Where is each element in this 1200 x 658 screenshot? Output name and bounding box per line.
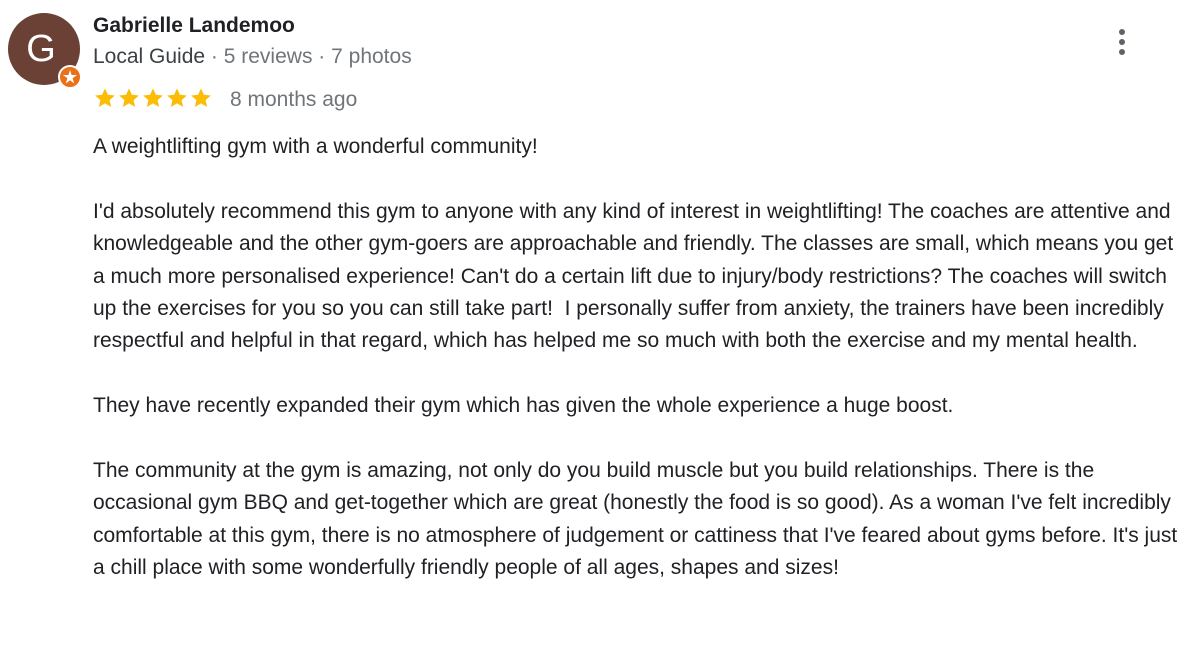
photos-count: 7 photos <box>331 45 412 68</box>
star-icon <box>95 88 115 107</box>
meta-separator: · <box>312 45 332 68</box>
star-icon <box>119 88 139 107</box>
reviews-count: 5 reviews <box>223 45 313 68</box>
local-guide-badge-icon <box>58 65 82 89</box>
star-icon <box>167 88 187 107</box>
star-icon <box>143 88 163 107</box>
local-guide-label: Local Guide <box>93 45 206 68</box>
review-text: A weightlifting gym with a wonderful com… <box>93 131 1183 585</box>
review-paragraph: I'd absolutely recommend this gym to any… <box>93 199 1180 353</box>
meta-separator: · <box>205 45 224 68</box>
avatar[interactable]: G <box>8 13 82 89</box>
star-icon <box>191 88 211 107</box>
star-rating <box>93 86 213 112</box>
review-date: 8 months ago <box>230 88 358 111</box>
review-paragraph: The community at the gym is amazing, not… <box>93 459 1184 580</box>
reviewer-name[interactable]: Gabrielle Landemoo <box>93 14 295 38</box>
more-options-button[interactable] <box>1108 26 1136 58</box>
review-paragraph: A weightlifting gym with a wonderful com… <box>93 135 538 158</box>
review-paragraph: They have recently expanded their gym wh… <box>93 394 954 418</box>
review-card: G Gabrielle Landemoo Local Guide · 5 rev… <box>0 0 1200 658</box>
reviewer-meta: Local Guide · 5 reviews · 7 photos <box>93 45 412 69</box>
